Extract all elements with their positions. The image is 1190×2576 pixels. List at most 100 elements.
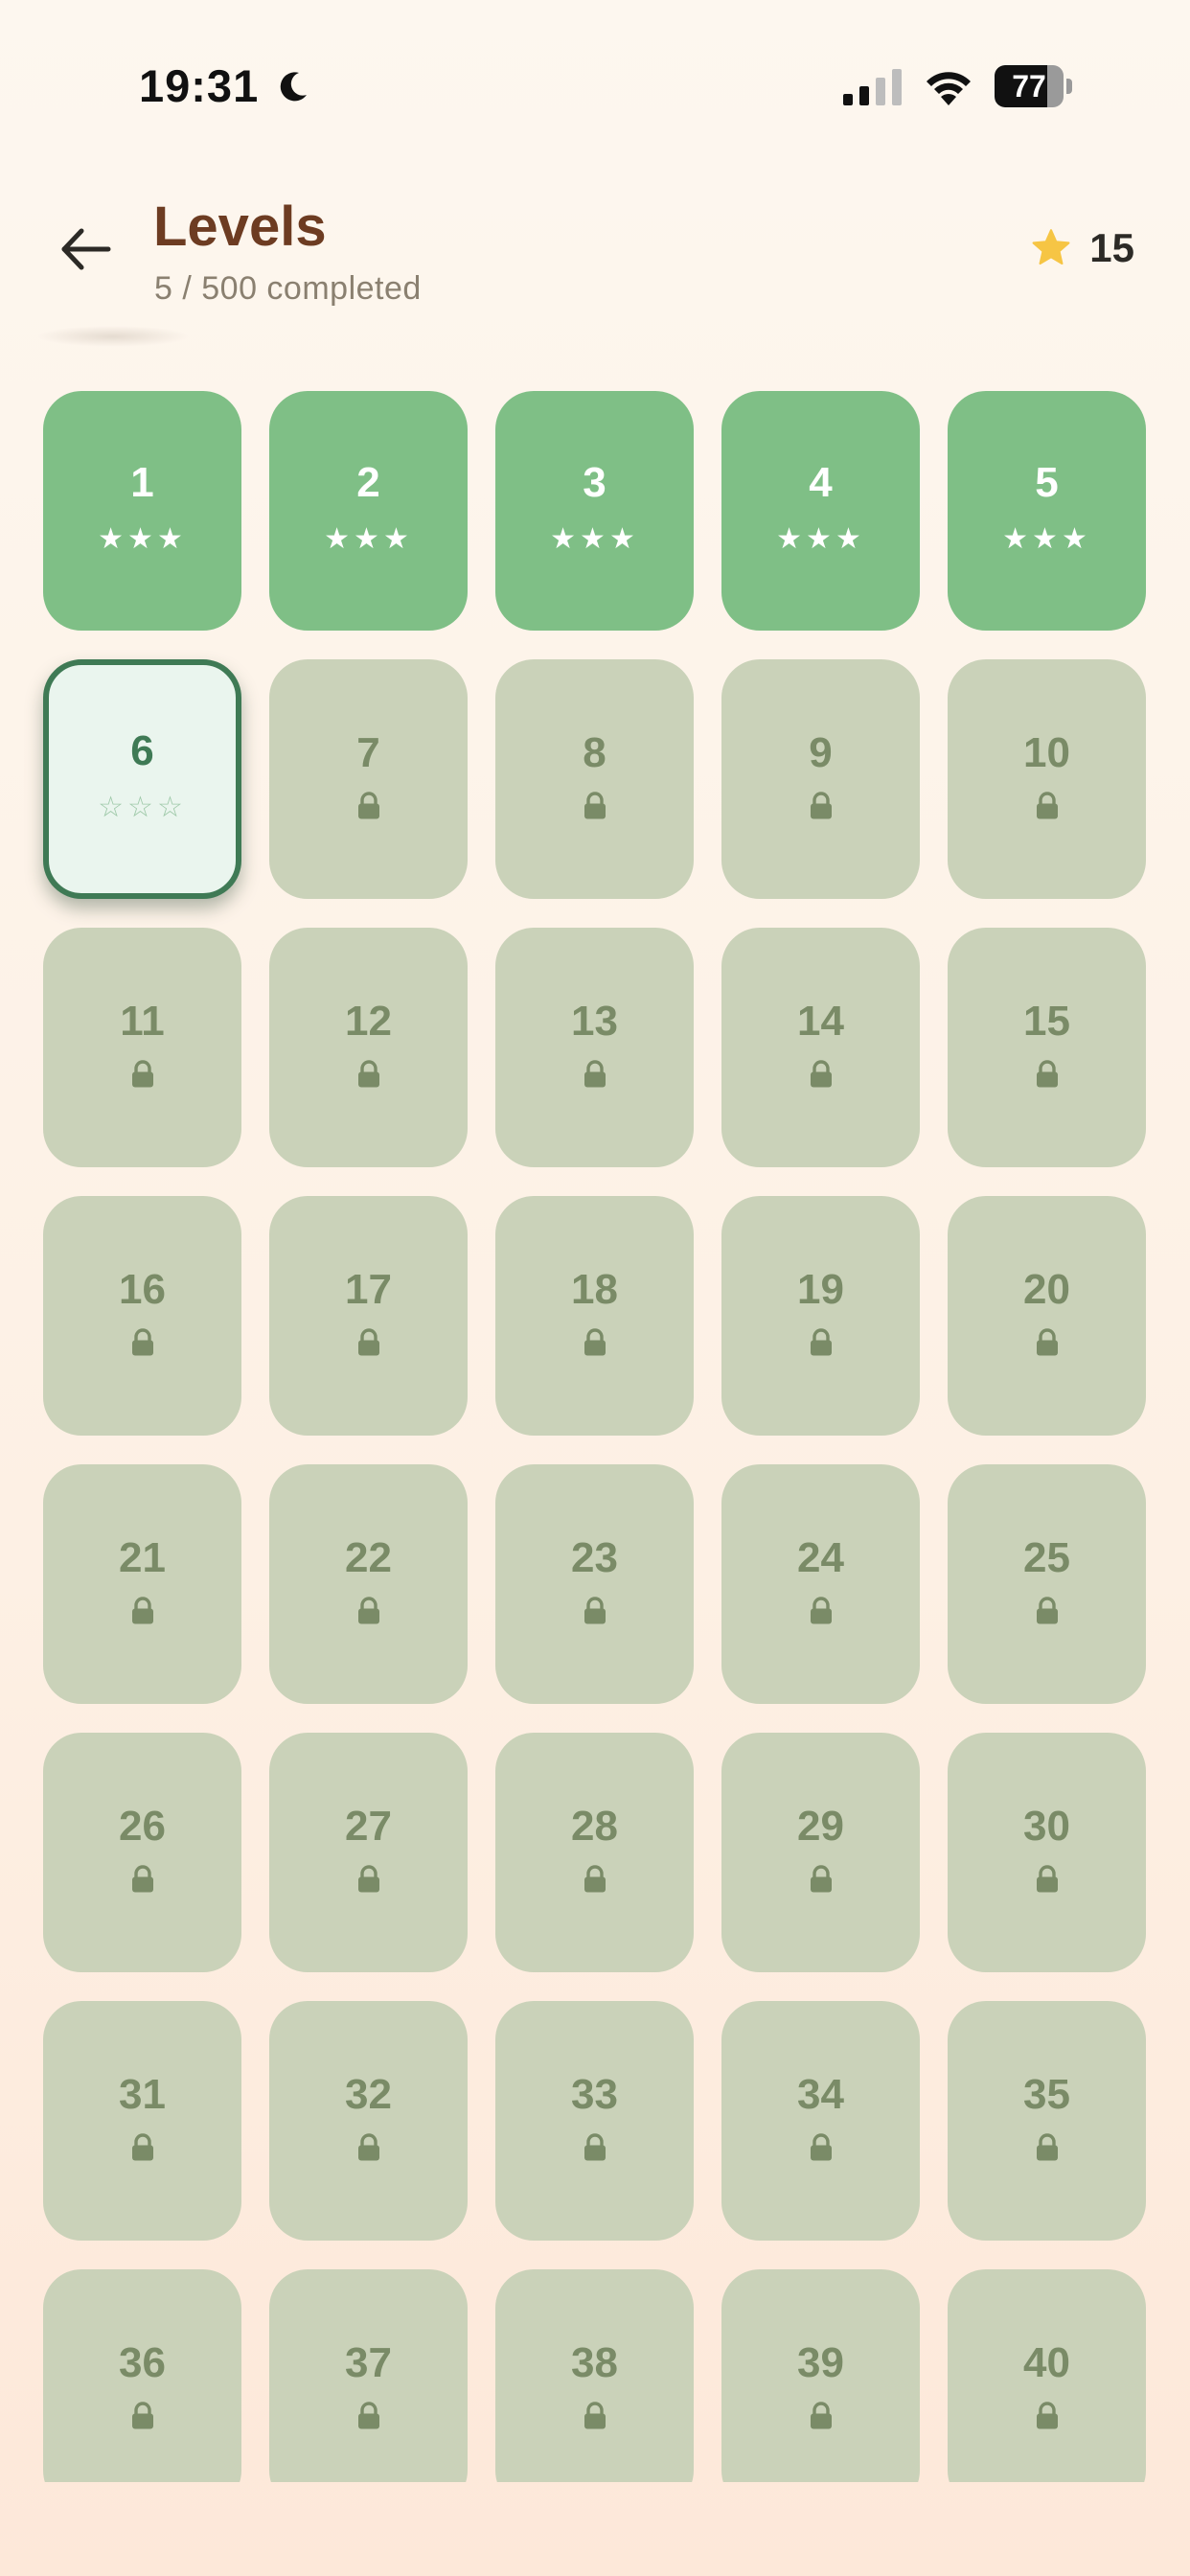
level-number: 33 xyxy=(571,2071,618,2118)
level-tile-34[interactable]: 34 xyxy=(721,2001,920,2241)
lock-icon xyxy=(357,2402,379,2429)
level-tile-25[interactable]: 25 xyxy=(948,1464,1146,1704)
level-grid: 1 ★★★ 2 ★★★ 3 ★★★ 4 ★★★ 5 ★★★ 6 ☆☆☆ 7 8 9 10 11 12 13 14 15 1… xyxy=(43,391,1146,2482)
level-number: 14 xyxy=(797,998,844,1045)
star-total-value: 15 xyxy=(1089,225,1134,270)
level-tile-20[interactable]: 20 xyxy=(948,1196,1146,1436)
level-number: 1 xyxy=(130,459,154,506)
level-tile-31[interactable]: 31 xyxy=(43,2001,241,2241)
lock-icon xyxy=(131,1597,153,1624)
lock-icon xyxy=(810,2402,832,2429)
level-number: 25 xyxy=(1023,1534,1070,1581)
level-number: 20 xyxy=(1023,1266,1070,1313)
level-tile-9[interactable]: 9 xyxy=(721,659,920,899)
lock-icon xyxy=(584,1328,606,1356)
level-tile-39[interactable]: 39 xyxy=(721,2269,920,2482)
lock-icon xyxy=(1036,1865,1058,1893)
level-number: 28 xyxy=(571,1803,618,1850)
level-number: 6 xyxy=(130,727,154,774)
level-grid-scroll[interactable]: 1 ★★★ 2 ★★★ 3 ★★★ 4 ★★★ 5 ★★★ 6 ☆☆☆ 7 8 9 10 11 12 13 14 15 1… xyxy=(0,391,1190,2482)
level-tile-4[interactable]: 4 ★★★ xyxy=(721,391,920,631)
lock-icon xyxy=(357,1597,379,1624)
level-tile-30[interactable]: 30 xyxy=(948,1733,1146,1972)
level-tile-33[interactable]: 33 xyxy=(495,2001,694,2241)
level-tile-13[interactable]: 13 xyxy=(495,928,694,1167)
level-stars: ★★★ xyxy=(550,523,639,555)
level-tile-29[interactable]: 29 xyxy=(721,1733,920,1972)
level-tile-24[interactable]: 24 xyxy=(721,1464,920,1704)
level-tile-8[interactable]: 8 xyxy=(495,659,694,899)
level-number: 34 xyxy=(797,2071,844,2118)
lock-icon xyxy=(357,792,379,819)
level-stars: ★★★ xyxy=(1002,523,1091,555)
level-tile-15[interactable]: 15 xyxy=(948,928,1146,1167)
level-number: 38 xyxy=(571,2339,618,2386)
level-tile-36[interactable]: 36 xyxy=(43,2269,241,2482)
level-tile-3[interactable]: 3 ★★★ xyxy=(495,391,694,631)
status-bar: 19:31 77 xyxy=(0,0,1190,144)
battery-icon: 77 xyxy=(995,65,1073,107)
header-shadow xyxy=(36,326,190,347)
level-tile-2[interactable]: 2 ★★★ xyxy=(269,391,468,631)
level-tile-22[interactable]: 22 xyxy=(269,1464,468,1704)
level-number: 8 xyxy=(583,729,606,776)
level-tile-11[interactable]: 11 xyxy=(43,928,241,1167)
lock-icon xyxy=(810,1328,832,1356)
status-time: 19:31 xyxy=(139,60,260,111)
lock-icon xyxy=(1036,2133,1058,2161)
level-number: 9 xyxy=(809,729,833,776)
level-number: 17 xyxy=(345,1266,392,1313)
level-tile-14[interactable]: 14 xyxy=(721,928,920,1167)
level-number: 26 xyxy=(119,1803,166,1850)
level-number: 31 xyxy=(119,2071,166,2118)
lock-icon xyxy=(357,1865,379,1893)
progress-subtitle: 5 / 500 completed xyxy=(154,270,422,307)
level-stars: ★★★ xyxy=(776,523,865,555)
level-number: 32 xyxy=(345,2071,392,2118)
battery-level: 77 xyxy=(1012,69,1046,104)
level-tile-40[interactable]: 40 xyxy=(948,2269,1146,2482)
level-number: 35 xyxy=(1023,2071,1070,2118)
star-icon xyxy=(1032,229,1070,265)
level-tile-26[interactable]: 26 xyxy=(43,1733,241,1972)
level-tile-19[interactable]: 19 xyxy=(721,1196,920,1436)
level-number: 23 xyxy=(571,1534,618,1581)
level-tile-18[interactable]: 18 xyxy=(495,1196,694,1436)
level-tile-21[interactable]: 21 xyxy=(43,1464,241,1704)
arrow-left-icon xyxy=(61,228,111,270)
lock-icon xyxy=(584,2133,606,2161)
level-tile-38[interactable]: 38 xyxy=(495,2269,694,2482)
level-tile-5[interactable]: 5 ★★★ xyxy=(948,391,1146,631)
level-tile-6[interactable]: 6 ☆☆☆ xyxy=(43,659,241,899)
level-tile-1[interactable]: 1 ★★★ xyxy=(43,391,241,631)
level-number: 2 xyxy=(356,459,380,506)
level-tile-16[interactable]: 16 xyxy=(43,1196,241,1436)
lock-icon xyxy=(810,1597,832,1624)
lock-icon xyxy=(584,1060,606,1088)
level-tile-37[interactable]: 37 xyxy=(269,2269,468,2482)
lock-icon xyxy=(584,1597,606,1624)
level-tile-28[interactable]: 28 xyxy=(495,1733,694,1972)
level-tile-27[interactable]: 27 xyxy=(269,1733,468,1972)
lock-icon xyxy=(357,2133,379,2161)
level-number: 18 xyxy=(571,1266,618,1313)
lock-icon xyxy=(810,1060,832,1088)
level-number: 29 xyxy=(797,1803,844,1850)
level-tile-10[interactable]: 10 xyxy=(948,659,1146,899)
level-number: 19 xyxy=(797,1266,844,1313)
lock-icon xyxy=(584,792,606,819)
level-tile-32[interactable]: 32 xyxy=(269,2001,468,2241)
level-number: 40 xyxy=(1023,2339,1070,2386)
level-tile-17[interactable]: 17 xyxy=(269,1196,468,1436)
level-number: 7 xyxy=(356,729,380,776)
level-tile-12[interactable]: 12 xyxy=(269,928,468,1167)
level-number: 16 xyxy=(119,1266,166,1313)
wifi-icon xyxy=(927,72,971,105)
level-tile-23[interactable]: 23 xyxy=(495,1464,694,1704)
lock-icon xyxy=(131,1328,153,1356)
level-tile-7[interactable]: 7 xyxy=(269,659,468,899)
level-tile-35[interactable]: 35 xyxy=(948,2001,1146,2241)
back-button[interactable] xyxy=(53,216,120,283)
level-number: 4 xyxy=(809,459,833,506)
level-number: 21 xyxy=(119,1534,166,1581)
